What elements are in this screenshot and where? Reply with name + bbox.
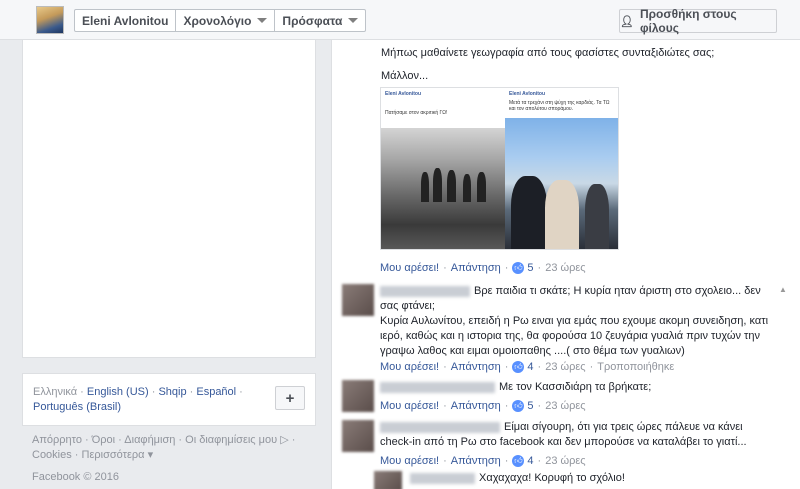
language-portuguese-brazil[interactable]: Português (Brasil) xyxy=(33,401,121,413)
comment-1-actions: Μου αρέσει! · Απάντηση · 👍︎ 4 · 23 ώρες · Τρο… xyxy=(380,361,675,373)
person-figure xyxy=(447,170,456,202)
footer-link-advertising[interactable]: Διαφήμιση xyxy=(124,434,175,446)
language-spanish[interactable]: Español xyxy=(196,386,236,398)
left-intro-card xyxy=(22,40,316,358)
caret-down-icon: ▾ xyxy=(147,449,154,461)
footer-link-privacy[interactable]: Απόρρητο xyxy=(32,434,82,446)
language-selector-card: Ελληνικά · English (US) · Shqip · Españo… xyxy=(22,373,316,426)
comment-reply-link[interactable]: Απάντηση xyxy=(451,400,501,412)
commenter-name-blurred[interactable] xyxy=(380,421,500,433)
scroll-arrow-icon[interactable]: ▲ xyxy=(779,285,787,294)
profile-name-label: Eleni Avlonitou xyxy=(82,13,169,28)
comment-reply-link[interactable]: Απάντηση xyxy=(451,361,501,373)
mini-caption: Μετά τα τρεχάνι στη ψύχη της καρδιάς. Τα… xyxy=(509,100,610,112)
mini-profile-name: Eleni Avlonitou xyxy=(385,91,422,97)
person-figure xyxy=(477,172,486,202)
comment-timestamp[interactable]: 23 ώρες xyxy=(545,455,585,467)
commenter-name-blurred[interactable] xyxy=(410,472,475,484)
post-text-line1: Μήπως μαθαίνετε γεωγραφία από τους φασίσ… xyxy=(381,47,715,59)
comment-3-actions: Μου αρέσει! · Απάντηση · 👍︎ 4 · 23 ώρες xyxy=(380,455,586,467)
person-figure xyxy=(421,172,429,202)
comment-like-link[interactable]: Μου αρέσει! xyxy=(380,455,439,467)
commenter-name-blurred[interactable] xyxy=(380,381,495,393)
footer-link-cookies[interactable]: Cookies xyxy=(32,449,72,461)
commenter-avatar[interactable] xyxy=(342,420,374,452)
screenshot-photo-right[interactable]: Eleni Avlonitou Μετά τα τρεχάνι στη ψύχη… xyxy=(505,88,618,249)
ad-choices-icon[interactable]: ▷ xyxy=(280,434,288,446)
person-figure xyxy=(433,168,442,202)
comment-2: Με τον Κασσιδιάρη τα βρήκατε; xyxy=(380,380,776,395)
recent-dropdown[interactable]: Πρόσφατα xyxy=(275,10,365,31)
comment-3: Είμαι σίγουρη, ότι για τρεις ώρες πάλευε… xyxy=(380,420,776,450)
comment-like-count[interactable]: 5 xyxy=(527,400,533,412)
language-albanian[interactable]: Shqip xyxy=(158,386,186,398)
comment-timestamp[interactable]: 23 ώρες xyxy=(545,400,585,412)
language-list: Ελληνικά · English (US) · Shqip · Españo… xyxy=(33,386,243,413)
commenter-avatar[interactable] xyxy=(342,380,374,412)
post-reply-link[interactable]: Απάντηση xyxy=(451,262,501,274)
comment-reply-link[interactable]: Απάντηση xyxy=(451,455,501,467)
comment-like-count[interactable]: 4 xyxy=(527,455,533,467)
mountain-photo xyxy=(381,128,505,249)
add-friend-button[interactable]: 👤︎ Προσθήκη στους φίλους xyxy=(619,7,777,35)
timeline-label: Χρονολόγιο xyxy=(183,13,252,28)
comment-edited-label[interactable]: Τροποποιήθηκε xyxy=(597,361,674,373)
mini-profile-name: Eleni Avlonitou xyxy=(509,91,546,97)
post-actions: Μου αρέσει! · Απάντηση · 👍︎ 5 · 23 ώρες xyxy=(380,262,586,274)
screenshot-photo-left[interactable]: Eleni Avlonitou Πατήσαμε στον ακριτική Γ… xyxy=(381,88,505,249)
top-bar: Eleni Avlonitou Χρονολόγιο Πρόσφατα 👤︎ Π… xyxy=(0,0,800,40)
add-friend-label: Προσθήκη στους φίλους xyxy=(639,7,737,35)
person-figure xyxy=(511,176,547,249)
post-text-line2: Μάλλον... xyxy=(381,70,429,82)
person-figure xyxy=(585,184,609,249)
commenter-avatar[interactable] xyxy=(342,284,374,316)
timeline-dropdown[interactable]: Χρονολόγιο xyxy=(176,10,276,31)
add-language-button[interactable]: + xyxy=(275,386,305,410)
like-icon: 👍︎ xyxy=(512,262,525,274)
selfie-photo xyxy=(505,118,618,249)
footer-link-more[interactable]: Περισσότερα xyxy=(82,449,145,461)
profile-avatar[interactable] xyxy=(36,6,64,34)
footer-links: Απόρρητο · Όροι · Διαφήμιση · Οι διαφημί… xyxy=(32,434,296,461)
language-greek[interactable]: Ελληνικά xyxy=(33,386,77,398)
person-figure xyxy=(545,180,579,249)
footer-link-terms[interactable]: Όροι xyxy=(92,434,115,446)
comment-timestamp[interactable]: 23 ώρες xyxy=(545,361,585,373)
profile-name-link[interactable]: Eleni Avlonitou xyxy=(75,10,177,31)
add-friend-icon: 👤︎ xyxy=(620,15,634,28)
post-timestamp[interactable]: 23 ώρες xyxy=(545,262,585,274)
like-icon: 👍︎ xyxy=(512,361,525,373)
post-photo-collage[interactable]: Eleni Avlonitou Πατήσαμε στον ακριτική Γ… xyxy=(380,87,619,250)
comment-2-actions: Μου αρέσει! · Απάντηση · 👍︎ 5 · 23 ώρες xyxy=(380,400,586,412)
commenter-avatar[interactable] xyxy=(374,471,402,489)
profile-breadcrumb: Eleni Avlonitou Χρονολόγιο Πρόσφατα xyxy=(74,9,367,32)
like-icon: 👍︎ xyxy=(512,400,525,412)
comment-like-link[interactable]: Μου αρέσει! xyxy=(380,361,439,373)
chevron-down-icon xyxy=(348,18,359,23)
commenter-name-blurred[interactable] xyxy=(380,285,470,297)
like-icon: 👍︎ xyxy=(512,455,525,467)
language-english-us[interactable]: English (US) xyxy=(87,386,149,398)
chevron-down-icon xyxy=(257,18,268,23)
footer-link-my-ads[interactable]: Οι διαφημίσεις μου xyxy=(185,434,277,446)
recent-label: Πρόσφατα xyxy=(282,13,343,28)
comment-4-text: Χαχαχαχα! Κορυφή το σχόλιο! xyxy=(479,472,625,484)
comment-like-link[interactable]: Μου αρέσει! xyxy=(380,400,439,412)
comment-2-text: Με τον Κασσιδιάρη τα βρήκατε; xyxy=(499,381,652,393)
mini-caption: Πατήσαμε στον ακριτική ΓΩ! xyxy=(385,110,448,116)
comment-4: Χαχαχαχα! Κορυφή το σχόλιο! xyxy=(410,471,770,486)
copyright: Facebook © 2016 xyxy=(32,471,119,483)
comment-1: Βρε παιδια τι σκάτε; Η κυρία ηταν άριστη… xyxy=(380,284,776,359)
person-figure xyxy=(463,174,471,202)
post-like-count[interactable]: 5 xyxy=(527,262,533,274)
post-like-link[interactable]: Μου αρέσει! xyxy=(380,262,439,274)
